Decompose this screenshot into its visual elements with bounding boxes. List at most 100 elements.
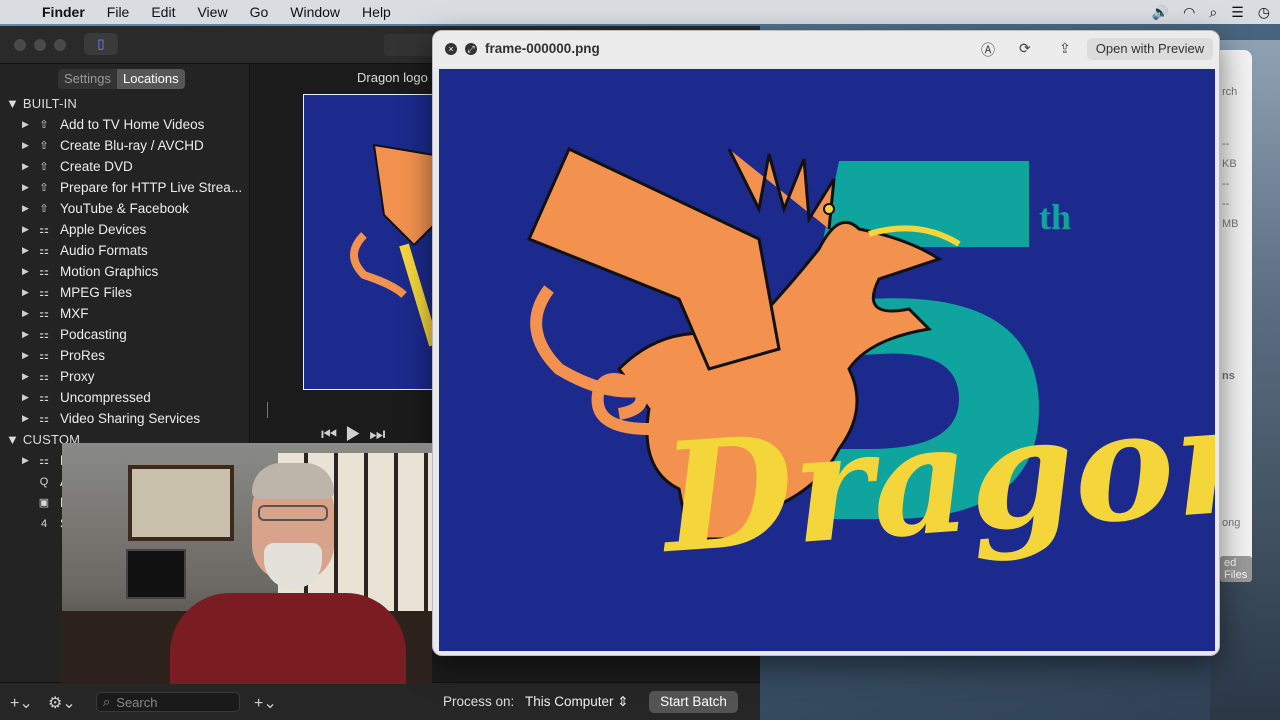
location-item-label: Add to TV Home Videos [60,117,205,132]
location-item[interactable]: ▶ ⇧ Create Blu-ray / AVCHD [22,135,204,156]
preview-title: Dragon logo [357,70,428,85]
next-frame-icon[interactable]: ⏭ [369,424,393,444]
markup-icon[interactable]: Ⓐ [981,40,995,60]
previous-frame-icon[interactable]: ⏮ [321,424,345,444]
disclosure-triangle-icon[interactable]: ▶ [22,413,34,424]
search-icon: ⌕ [103,694,111,709]
location-item[interactable]: ▶ ⚏ Audio Formats [22,240,148,261]
chevron-updown-icon: ⇕ [617,694,629,709]
start-batch-button[interactable]: Start Batch [649,691,738,713]
disclosure-triangle-icon[interactable]: ▶ [22,119,34,130]
quicktime-icon: Q [39,475,49,488]
menu-file[interactable]: File [107,4,130,20]
location-item[interactable]: ▶ ⚏ MXF [22,303,89,324]
app-menu[interactable]: Finder [42,4,85,20]
settings-group-icon: ⚏ [39,286,49,299]
menu-view[interactable]: View [197,4,227,20]
quicklook-filename: frame-000000.png [485,41,600,56]
tab-locations[interactable]: Locations [116,69,185,89]
process-on-value: This Computer [525,694,614,709]
share-icon: ⇧ [39,139,49,152]
search-placeholder: Search [116,694,158,710]
rotate-icon[interactable]: ⟳ [1019,40,1031,57]
finder-peek-text: ns [1222,370,1235,382]
share-icon: ⇧ [39,181,49,194]
location-item[interactable]: ▶ ⇧ Prepare for HTTP Live Strea... [22,177,242,198]
disclosure-triangle-icon[interactable]: ▶ [22,329,34,340]
location-item-label: Uncompressed [60,390,151,405]
webcam-overlay [62,443,432,684]
disclosure-triangle-icon[interactable]: ▶ [22,308,34,319]
add-job-button[interactable]: +⌄ [254,693,277,713]
process-on-select[interactable]: This Computer ⇕ [525,694,629,710]
finder-peek-text: -- [1222,198,1230,210]
open-with-preview-button[interactable]: Open with Preview [1087,38,1213,60]
transport-controls: ⏮▶⏭ [321,424,393,445]
disclosure-triangle-icon[interactable]: ▶ [22,224,34,235]
finder-peek-text: -- [1222,178,1230,190]
disclosure-triangle-icon[interactable]: ▶ [22,182,34,193]
location-item[interactable]: ▶ ⚏ Motion Graphics [22,261,158,282]
play-icon[interactable]: ▶ [345,424,369,444]
timeline-scrubber[interactable] [267,402,427,418]
settings-locations-switch: Settings Locations [58,69,185,89]
location-item[interactable]: ▶ ⇧ YouTube & Facebook [22,198,189,219]
menu-edit[interactable]: Edit [151,4,175,20]
location-item[interactable]: ▶ ⇧ Add to TV Home Videos [22,114,204,135]
tab-settings[interactable]: Settings [58,69,117,89]
presenter-body [170,593,406,684]
disclosure-triangle-icon[interactable]: ▶ [22,140,34,151]
disclosure-triangle-icon[interactable]: ▶ [22,371,34,382]
close-window-button[interactable] [14,39,26,51]
add-location-button[interactable]: +⌄ [10,693,33,713]
location-item[interactable]: ▶ ⇧ Create DVD [22,156,133,177]
settings-group-icon: ⚏ [39,307,49,320]
finder-peek-text: MB [1222,218,1239,230]
finder-peek-text: KB [1222,158,1237,170]
disclosure-triangle-icon[interactable]: ▶ [22,350,34,361]
compressor-bottombar: +⌄ ⚙⌄ ⌕ Search +⌄ Process on: This Compu… [0,682,760,720]
search-input[interactable]: ⌕ Search [96,692,240,712]
disclosure-triangle-icon[interactable]: ▶ [22,455,34,466]
gear-icon[interactable]: ⚙⌄ [48,693,76,713]
disclosure-triangle-icon[interactable]: ▶ [22,161,34,172]
location-item-label: MXF [60,306,89,321]
location-item[interactable]: ▶ ⚏ Proxy [22,366,95,387]
location-item[interactable]: ▶ ⚏ ProRes [22,345,105,366]
disclosure-triangle-icon[interactable]: ▶ [22,266,34,277]
menu-window[interactable]: Window [290,4,340,20]
location-item[interactable]: ▶ ⚏ Video Sharing Services [22,408,200,429]
finder-peek-button[interactable]: ed Files [1220,556,1252,582]
spotlight-icon[interactable]: ⌕ [1209,4,1217,21]
location-item-label: Motion Graphics [60,264,159,279]
clock-icon[interactable]: ◷ [1258,4,1270,21]
settings-group-icon: ⚏ [39,265,49,278]
location-item-label: Video Sharing Services [60,411,201,426]
dragon-eye [823,203,835,215]
share-icon[interactable]: ⇪ [1059,40,1071,57]
disclosure-triangle-icon[interactable]: ▶ [22,245,34,256]
menu-go[interactable]: Go [250,4,269,20]
close-icon[interactable]: × [445,43,457,55]
zoom-window-button[interactable] [54,39,66,51]
settings-group-icon: ⚏ [39,412,49,425]
disclosure-triangle-icon[interactable]: ▶ [22,287,34,298]
quicklook-toolbar: × ⤢ frame-000000.png Ⓐ ⟳ ⇪ Open with Pre… [433,31,1219,67]
share-icon: ⇧ [39,118,49,131]
minimize-window-button[interactable] [34,39,46,51]
wifi-icon[interactable]: ◠ [1183,4,1195,21]
fullscreen-icon[interactable]: ⤢ [465,43,477,55]
sidebar-toggle-icon[interactable]: ▯ [84,33,118,55]
group-builtin[interactable]: ▼ BUILT-IN [6,96,77,111]
location-item[interactable]: ▶ ⚏ Apple Devices [22,219,146,240]
location-item[interactable]: ▶ ⚏ Uncompressed [22,387,151,408]
volume-icon[interactable]: 🔊 [1152,4,1169,21]
menu-help[interactable]: Help [362,4,391,20]
control-center-icon[interactable]: ☰ [1231,4,1244,21]
settings-group-icon: ⚏ [39,370,49,383]
finder-peek-text: ong [1222,517,1241,529]
location-item[interactable]: ▶ ⚏ Podcasting [22,324,127,345]
disclosure-triangle-icon[interactable]: ▶ [22,203,34,214]
location-item[interactable]: ▶ ⚏ MPEG Files [22,282,132,303]
disclosure-triangle-icon[interactable]: ▶ [22,392,34,403]
